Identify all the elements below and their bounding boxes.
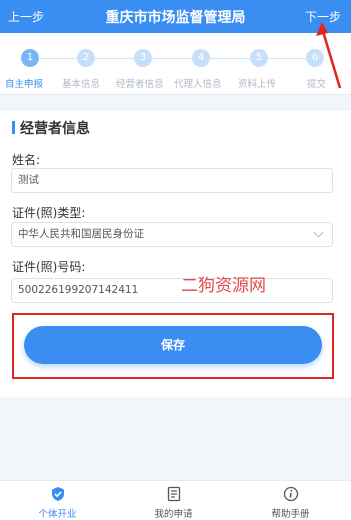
tab-label: 我的申请 [154,509,193,520]
shield-check-icon [51,487,64,501]
info-icon [283,486,298,502]
bottom-tab-bar: 个体开业 我的申请 帮助手册 [0,480,351,520]
annotation-arrow [316,22,342,89]
document-list-icon [167,486,180,502]
tab-label: 帮助手册 [271,509,310,520]
tab-individual-business[interactable]: 个体开业 [15,481,100,520]
tab-help-manual[interactable]: 帮助手册 [248,481,333,520]
tab-my-applications[interactable]: 我的申请 [131,481,216,520]
tab-label: 个体开业 [38,509,77,520]
